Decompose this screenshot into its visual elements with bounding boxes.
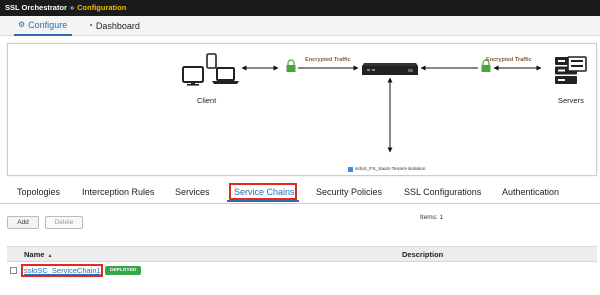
encrypted-traffic-label-left: Encrypted Traffic: [305, 57, 351, 63]
subtab-security-policies[interactable]: Security Policies: [316, 187, 382, 197]
service-legend: ssloS_FS_SaaS-Tenant-Isolation: [348, 167, 425, 172]
service-chain-link[interactable]: ssloSC_ServiceChain1: [24, 266, 101, 275]
subtab-interception-rules[interactable]: Interception Rules: [82, 187, 155, 197]
table-row: ssloSC_ServiceChain1 DEPLOYED: [7, 263, 597, 278]
column-name-label: Name: [24, 250, 45, 259]
row-select-checkbox[interactable]: [10, 267, 17, 274]
add-button[interactable]: Add: [7, 216, 39, 229]
encrypted-traffic-label-right: Encrypted Traffic: [486, 57, 532, 63]
active-subtab-indicator: [227, 200, 299, 202]
legend-swatch: [348, 167, 353, 172]
title-bar: SSL Orchestrator» Configuration: [0, 0, 600, 16]
column-name-header[interactable]: Name ▲: [24, 250, 52, 259]
column-description-header: Description: [402, 250, 444, 259]
items-count: Items: 1: [420, 214, 444, 221]
app-title: SSL Orchestrator: [5, 3, 67, 12]
subtab-service-chains[interactable]: Service Chains: [234, 187, 295, 197]
subtab-ssl-configurations[interactable]: SSL Configurations: [404, 187, 481, 197]
tab-configure[interactable]: ⚙ Configure: [14, 16, 72, 36]
topology-diagram-panel: Encrypted Traffic Encrypted Traffic Clie…: [7, 43, 597, 176]
tab-dashboard-label: Dashboard: [95, 21, 140, 31]
gears-icon: ⚙: [18, 20, 26, 29]
tab-dashboard[interactable]: ◔ Dashboard: [88, 16, 140, 36]
subtab-topologies[interactable]: Topologies: [17, 187, 60, 197]
subtab-services[interactable]: Services: [175, 187, 210, 197]
table-header: Name ▲ Description: [7, 246, 597, 262]
configuration-subtabs: Topologies Interception Rules Services S…: [0, 182, 600, 204]
servers-label: Servers: [558, 96, 584, 105]
servers-icon: [555, 56, 587, 84]
breadcrumb-separator: »: [69, 3, 75, 12]
lock-icon-left: [286, 59, 296, 72]
legend-label: ssloS_FS_SaaS-Tenant-Isolation: [355, 167, 426, 172]
breadcrumb-configuration[interactable]: Configuration: [77, 3, 126, 12]
subtab-authentication[interactable]: Authentication: [502, 187, 559, 197]
client-label: Client: [197, 96, 217, 105]
dashboard-gauge-icon: ◔: [88, 21, 93, 30]
delete-button[interactable]: Delete: [45, 216, 83, 229]
sort-ascending-icon: ▲: [47, 253, 53, 259]
appliance-icon[interactable]: [362, 63, 418, 75]
top-nav: ⚙ Configure ◔ Dashboard: [0, 16, 600, 36]
topology-diagram: [182, 53, 587, 153]
tab-configure-label: Configure: [28, 20, 68, 30]
status-badge: DEPLOYED: [105, 266, 142, 275]
client-devices-icon: [182, 53, 239, 86]
